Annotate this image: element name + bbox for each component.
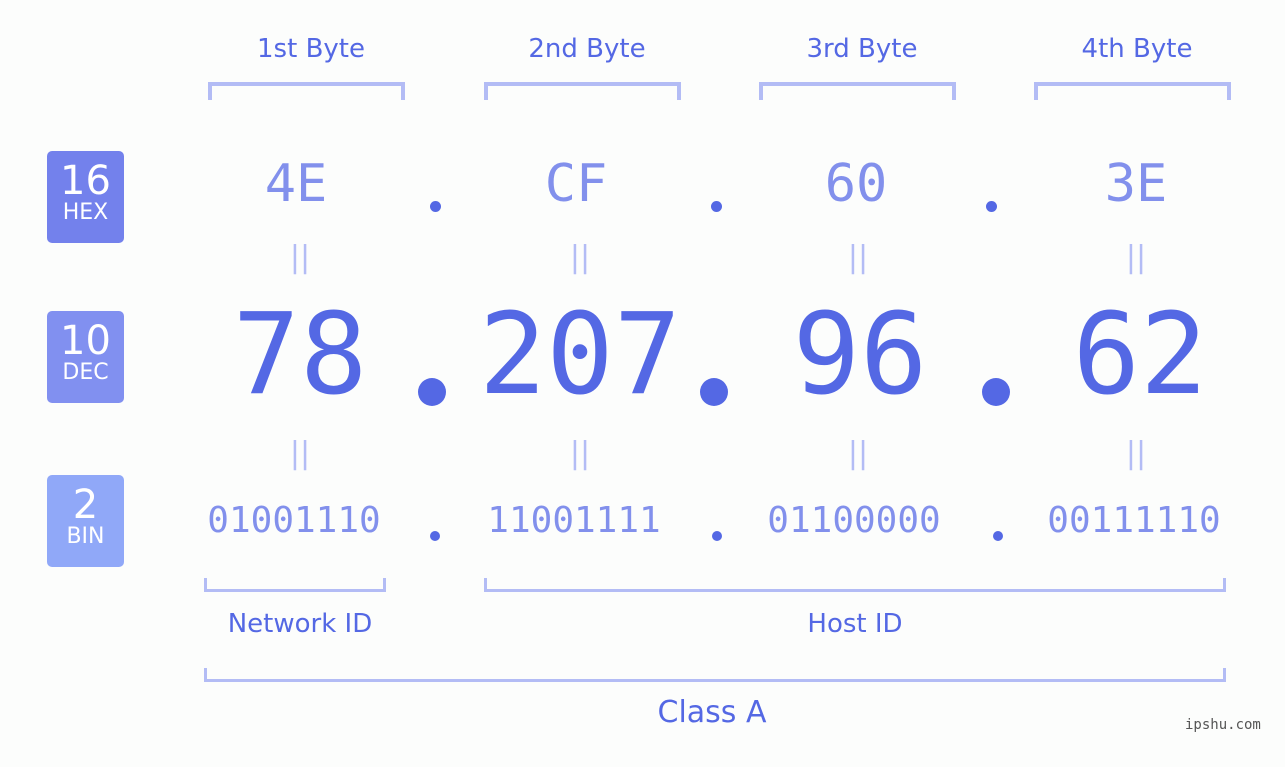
host-id-label: Host ID [807,609,903,639]
equals-icon: || [569,436,591,471]
equals-icon: || [569,240,591,275]
byte-label-1: 1st Byte [257,34,365,64]
byte-bracket-4 [1034,82,1231,100]
dec-badge: 10 DEC [47,311,124,403]
bin-badge-number: 2 [72,482,99,528]
hex-badge-number: 16 [60,158,111,204]
network-id-bracket [204,578,386,592]
hex-octet-2: CF [544,154,608,214]
dec-separator-dot-3 [982,378,1010,406]
byte-bracket-1 [208,82,405,100]
dec-separator-dot-1 [418,378,446,406]
bin-badge: 2 BIN [47,475,124,567]
bin-octet-1: 01001110 [207,500,381,541]
byte-label-3: 3rd Byte [806,34,918,64]
watermark: ipshu.com [1185,717,1261,733]
equals-icon: || [847,436,869,471]
equals-icon: || [289,436,311,471]
bin-separator-dot-1 [430,531,440,541]
bin-octet-3: 01100000 [767,500,941,541]
equals-icon: || [1125,240,1147,275]
byte-label-4: 4th Byte [1081,34,1193,64]
class-label: Class A [657,695,767,730]
bin-octet-4: 00111110 [1047,500,1221,541]
hex-badge-label: HEX [62,200,109,225]
byte-bracket-3 [759,82,956,100]
hex-separator-dot-1 [430,201,441,212]
class-bracket [204,668,1226,682]
equals-icon: || [289,240,311,275]
hex-separator-dot-3 [986,201,997,212]
dec-badge-label: DEC [62,360,109,385]
equals-icon: || [847,240,869,275]
bin-badge-label: BIN [66,524,105,549]
byte-bracket-2 [484,82,681,100]
hex-badge: 16 HEX [47,151,124,243]
host-id-bracket [484,578,1226,592]
dec-octet-1: 78 [232,290,368,420]
hex-separator-dot-2 [711,201,722,212]
bin-separator-dot-3 [993,531,1003,541]
dec-octet-2: 207 [478,290,682,420]
hex-octet-1: 4E [264,154,328,214]
bin-separator-dot-2 [712,531,722,541]
dec-badge-number: 10 [60,318,111,364]
dec-octet-3: 96 [792,290,928,420]
equals-icon: || [1125,436,1147,471]
dec-separator-dot-2 [700,378,728,406]
bin-octet-2: 11001111 [487,500,661,541]
hex-octet-3: 60 [824,154,888,214]
dec-octet-4: 62 [1072,290,1208,420]
byte-label-2: 2nd Byte [528,34,646,64]
hex-octet-4: 3E [1104,154,1168,214]
network-id-label: Network ID [227,609,373,639]
